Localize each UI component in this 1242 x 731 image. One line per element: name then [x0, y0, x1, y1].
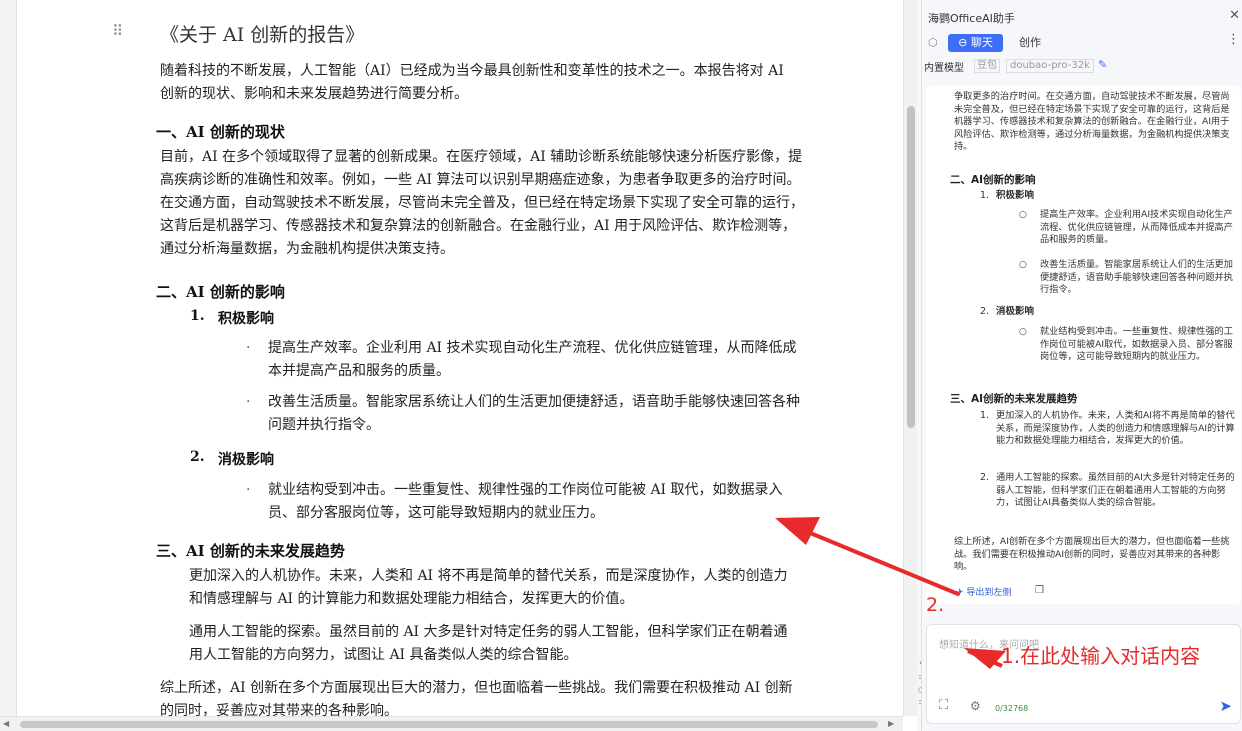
section-2-heading: 二、AI 创新的影响: [156, 283, 285, 301]
vertical-scroll-thumb[interactable]: [907, 106, 915, 428]
document-title: 《关于 AI 创新的报告》: [160, 24, 365, 46]
bullet-text: 就业结构受到冲击。一些重复性、规律性强的工作岗位可能被 AI 取代，如数据录入员…: [268, 482, 783, 521]
reply-sub-heading: 消极影响: [996, 306, 1035, 317]
section-3-paragraph-1: 更加深入的人机协作。未来，人类和 AI 将不再是简单的替代关系，而是深度协作，人…: [189, 568, 788, 607]
close-icon[interactable]: ✕: [1229, 8, 1240, 23]
section-2-sub-1-heading: 积极影响: [218, 311, 274, 327]
horizontal-scrollbar[interactable]: ◀ ▶: [0, 716, 903, 731]
bullet-marker: ·: [246, 394, 251, 410]
export-arrow-icon: ✈: [956, 588, 964, 598]
document-editor[interactable]: ⠿ 《关于 AI 创新的报告》 随着科技的不断发展，人工智能（AI）已经成为当今…: [0, 0, 903, 731]
reply-heading-2: 二、AI创新的影响: [950, 174, 1036, 186]
reply-bullet-marker: ○: [1019, 210, 1027, 220]
reply-bullet: 改善生活质量。智能家居系统让人们的生活更加便捷舒适，语音助手能够快速回答各种问题…: [1040, 259, 1233, 295]
reply-bullet: 就业结构受到冲击。一些重复性、规律性强的工作岗位可能被AI取代，如数据录入员、部…: [1040, 326, 1233, 362]
char-counter: 0/32768: [995, 704, 1029, 713]
gear-icon[interactable]: ⚙: [970, 699, 981, 713]
section-2-sub-2-heading: 消极影响: [218, 452, 274, 468]
bullet-marker: ·: [246, 482, 251, 498]
section-2-bullet-2: · 改善生活质量。智能家居系统让人们的生活更加便捷舒适，语音助手能够快速回答各种…: [246, 391, 804, 437]
tab-create[interactable]: 创作: [1019, 34, 1041, 52]
send-arrow-icon[interactable]: ➤: [1219, 697, 1232, 715]
edit-pencil-icon[interactable]: ✎: [1098, 58, 1107, 71]
section-2-sub-2-number: 2.: [190, 449, 205, 465]
drag-handle-icon[interactable]: ⠿: [112, 22, 123, 40]
tab-chat-label: 聊天: [970, 36, 993, 49]
left-gutter: [0, 0, 17, 731]
reply-paragraph: 争取更多的治疗时间。在交通方面，自动驾驶技术不断发展，尽管尚未完全普及，但已经在…: [954, 91, 1230, 152]
bullet-text: 改善生活质量。智能家居系统让人们的生活更加便捷舒适，语音助手能够快速回答各种问题…: [268, 394, 800, 433]
ai-assistant-panel: 海鹦OfficeAI助手 ✕ ⬡ ⊖ 聊天 创作 ⋮ 内置模型 豆包 douba…: [921, 0, 1242, 731]
section-2-bullet-1: · 提高生产效率。企业利用 AI 技术实现自动化生产流程、优化供应链管理，从而降…: [246, 337, 804, 383]
panel-title: 海鹦OfficeAI助手: [928, 12, 1015, 25]
copy-icon[interactable]: ❐: [1035, 585, 1044, 596]
scroll-right-arrow-icon[interactable]: ▶: [888, 719, 894, 728]
section-3-paragraph-2: 通用人工智能的探索。虽然目前的 AI 大多是针对特定任务的弱人工智能，但科学家们…: [189, 624, 788, 663]
section-3-heading: 三、AI 创新的未来发展趋势: [156, 542, 345, 560]
scroll-left-arrow-icon[interactable]: ◀: [3, 719, 9, 728]
annotation-label-1: 1.在此处输入对话内容: [1001, 644, 1201, 668]
mode-tabs: ⬡ ⊖ 聊天 创作 ⋮: [922, 32, 1242, 54]
section-2-sub-1-number: 1.: [190, 308, 205, 324]
reply-sub-heading: 积极影响: [996, 190, 1035, 201]
reply-list-item: 更加深入的人机协作。未来，人类和AI将不再是简单的替代关系，而是深度协作，人类的…: [996, 410, 1235, 446]
reply-heading-3: 三、AI创新的未来发展趋势: [950, 393, 1078, 405]
reply-sub-number: 1.: [980, 190, 990, 201]
screenshot-capture-icon[interactable]: ⛶: [939, 698, 948, 713]
more-vertical-icon[interactable]: ⋮: [1227, 32, 1240, 47]
reply-sub-number: 2.: [980, 306, 990, 317]
reply-list-item: 通用人工智能的探索。虽然目前的AI大多是针对特定任务的弱人工智能，但科学家们正在…: [996, 472, 1235, 508]
horizontal-scroll-thumb[interactable]: [20, 721, 878, 728]
annotation-label-2: 2.: [926, 594, 945, 616]
vertical-scrollbar[interactable]: [903, 0, 917, 716]
section-2-bullet-3: · 就业结构受到冲击。一些重复性、规律性强的工作岗位可能被 AI 取代，如数据录…: [246, 479, 804, 525]
model-label: 内置模型: [924, 63, 964, 74]
chat-bubble-icon: ⊖: [958, 36, 968, 49]
model-selector-row: 内置模型 豆包 doubao-pro-32k ✎: [922, 58, 1242, 74]
intro-paragraph: 随着科技的不断发展，人工智能（AI）已经成为当今最具创新性和变革性的技术之一。本…: [160, 63, 784, 102]
model-name-select[interactable]: doubao-pro-32k: [1006, 59, 1094, 73]
app-window: ⠿ 《关于 AI 创新的报告》 随着科技的不断发展，人工智能（AI）已经成为当今…: [0, 0, 1242, 731]
model-provider-tag[interactable]: 豆包: [974, 59, 1000, 73]
bullet-text: 提高生产效率。企业利用 AI 技术实现自动化生产流程、优化供应链管理，从而降低成…: [268, 340, 797, 379]
reply-bullet-marker: ○: [1019, 260, 1027, 270]
chat-input[interactable]: 想知道什么，来问问吧 ⛶ ⚙ 0/32768 ➤: [926, 624, 1241, 724]
assistant-reply-card: 争取更多的治疗时间。在交通方面，自动驾驶技术不断发展，尽管尚未完全普及，但已经在…: [926, 86, 1241, 604]
bullet-marker: ·: [246, 340, 251, 356]
section-1-body: 目前，AI 在多个领域取得了显著的创新成果。在医疗领域，AI 辅助诊断系统能够快…: [160, 149, 804, 257]
reply-bullet: 提高生产效率。企业利用AI技术实现自动化生产流程、优化供应链管理，从而降低成本并…: [1040, 209, 1233, 245]
export-to-left-button[interactable]: ✈ 导出到左侧: [956, 585, 1011, 598]
cube-icon[interactable]: ⬡: [928, 36, 938, 49]
reply-bullet-marker: ○: [1019, 327, 1027, 337]
export-label: 导出到左侧: [966, 588, 1012, 598]
reply-list-number: 2.: [980, 472, 990, 483]
reply-list-number: 1.: [980, 410, 990, 421]
reply-conclusion: 综上所述，AI创新在多个方面展现出巨大的潜力，但也面临着一些挑战。我们需要在积极…: [954, 536, 1230, 572]
tab-chat[interactable]: ⊖ 聊天: [948, 34, 1003, 52]
section-1-heading: 一、AI 创新的现状: [156, 123, 285, 141]
